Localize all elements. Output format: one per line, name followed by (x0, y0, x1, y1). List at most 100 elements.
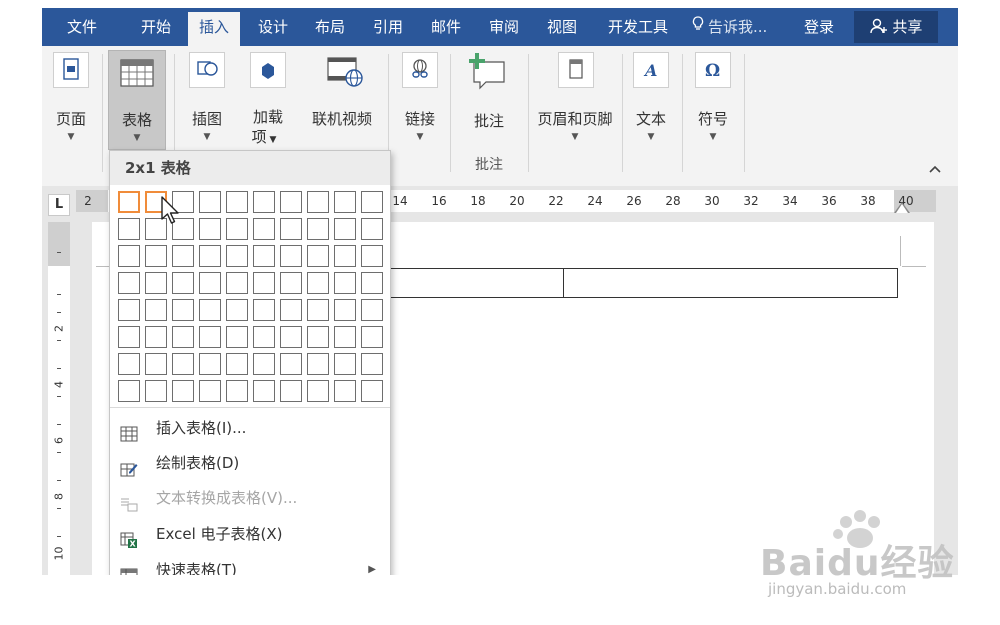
tab-references[interactable]: 引用 (360, 8, 416, 46)
table-grid-cell[interactable] (334, 299, 356, 321)
table-grid-cell[interactable] (145, 272, 167, 294)
table-grid-cell[interactable] (199, 380, 221, 402)
table-grid-cell[interactable] (226, 299, 248, 321)
table-grid-cell[interactable] (361, 218, 383, 240)
table-grid-cell[interactable] (334, 380, 356, 402)
table-grid-cell[interactable] (280, 353, 302, 375)
tab-developer[interactable]: 开发工具 (594, 8, 682, 46)
table-grid-cell[interactable] (361, 326, 383, 348)
tab-home[interactable]: 开始 (128, 8, 184, 46)
illustrations-button[interactable]: 插图 ▼ (178, 50, 236, 150)
table-grid-cell[interactable] (118, 380, 140, 402)
table-grid-cell[interactable] (307, 326, 329, 348)
tell-me-search[interactable]: 告诉我... (692, 8, 767, 46)
tab-layout[interactable]: 布局 (302, 8, 358, 46)
table-grid-cell[interactable] (118, 245, 140, 267)
tab-insert[interactable]: 插入 (188, 12, 240, 46)
table-grid-cell[interactable] (226, 191, 248, 213)
table-grid-cell[interactable] (199, 299, 221, 321)
table-grid-cell[interactable] (334, 353, 356, 375)
online-video-button[interactable]: 联机视频 (304, 50, 380, 150)
table-grid-cell[interactable] (334, 245, 356, 267)
table-grid-cell[interactable] (199, 245, 221, 267)
menu-insert-table[interactable]: 插入表格(I)... (110, 411, 390, 445)
table-grid-cell[interactable] (253, 272, 275, 294)
table-grid-cell[interactable] (226, 380, 248, 402)
table-grid-cell[interactable] (334, 272, 356, 294)
table-grid-cell[interactable] (172, 299, 194, 321)
tab-stop-selector[interactable]: L (48, 194, 70, 216)
table-grid-cell[interactable] (253, 245, 275, 267)
table-grid-cell[interactable] (118, 326, 140, 348)
table-grid-cell[interactable] (226, 218, 248, 240)
table-grid-cell[interactable] (307, 353, 329, 375)
tab-view[interactable]: 视图 (534, 8, 590, 46)
table-grid-cell[interactable] (199, 272, 221, 294)
vertical-ruler[interactable]: 2 4 6 8 10 (48, 222, 70, 575)
table-grid-cell[interactable] (118, 272, 140, 294)
table-grid-cell[interactable] (334, 191, 356, 213)
table-grid-cell[interactable] (226, 353, 248, 375)
symbols-button[interactable]: Ω 符号 ▼ (688, 50, 738, 150)
table-grid-cell[interactable] (280, 191, 302, 213)
table-grid-cell[interactable] (172, 353, 194, 375)
table-grid-cell[interactable] (361, 272, 383, 294)
table-grid-cell[interactable] (172, 380, 194, 402)
table-grid-cell[interactable] (253, 218, 275, 240)
table-grid-cell[interactable] (253, 299, 275, 321)
login-link[interactable]: 登录 (804, 8, 834, 46)
link-button[interactable]: 链接 ▼ (394, 50, 446, 150)
table-grid-cell[interactable] (172, 245, 194, 267)
table-grid-cell[interactable] (145, 326, 167, 348)
table-grid-cell[interactable] (307, 191, 329, 213)
table-grid-cell[interactable] (199, 191, 221, 213)
table-grid-cell[interactable] (226, 245, 248, 267)
table-grid-cell[interactable] (253, 380, 275, 402)
table-grid-cell[interactable] (199, 326, 221, 348)
table-grid-cell[interactable] (145, 299, 167, 321)
table-grid-cell[interactable] (118, 299, 140, 321)
menu-excel-spreadsheet[interactable]: X Excel 电子表格(X) (110, 517, 390, 551)
table-grid-cell[interactable] (145, 353, 167, 375)
table-grid-cell[interactable] (253, 353, 275, 375)
header-footer-button[interactable]: 页眉和页脚 ▼ (530, 50, 620, 150)
table-grid-cell[interactable] (361, 191, 383, 213)
menu-convert-text-to-table[interactable]: 文本转换成表格(V)... (110, 481, 390, 515)
table-grid-cell[interactable] (307, 218, 329, 240)
page-button[interactable]: 页面 ▼ (48, 50, 94, 150)
tab-file[interactable]: 文件 (54, 8, 110, 46)
table-grid-cell[interactable] (307, 380, 329, 402)
share-button[interactable]: 共享 (854, 11, 938, 43)
table-grid-cell[interactable] (226, 326, 248, 348)
table-grid-cell[interactable] (361, 353, 383, 375)
collapse-ribbon-icon[interactable] (928, 162, 942, 178)
table-grid-cell[interactable] (199, 218, 221, 240)
table-grid-cell[interactable] (118, 353, 140, 375)
menu-draw-table[interactable]: 绘制表格(D) (110, 446, 390, 480)
table-grid-cell[interactable] (361, 380, 383, 402)
tab-mailings[interactable]: 邮件 (418, 8, 474, 46)
table-grid-cell[interactable] (334, 218, 356, 240)
table-button[interactable]: 表格 ▼ (108, 50, 166, 150)
table-grid-cell[interactable] (280, 245, 302, 267)
table-grid-cell[interactable] (145, 380, 167, 402)
menu-quick-tables[interactable]: 快速表格(T) ▶ (110, 553, 390, 575)
table-grid-cell[interactable] (253, 326, 275, 348)
table-grid-cell[interactable] (145, 245, 167, 267)
table-grid-cell[interactable] (280, 326, 302, 348)
table-grid-cell[interactable] (307, 245, 329, 267)
table-grid-cell[interactable] (361, 299, 383, 321)
table-grid-cell[interactable] (172, 272, 194, 294)
comment-button[interactable]: 批注 (456, 50, 522, 150)
table-grid-cell[interactable] (280, 380, 302, 402)
table-grid-cell[interactable] (118, 191, 140, 213)
table-grid-cell[interactable] (361, 245, 383, 267)
tab-design[interactable]: 设计 (246, 8, 300, 46)
table-grid-cell[interactable] (118, 218, 140, 240)
table-grid-cell[interactable] (280, 218, 302, 240)
table-grid-cell[interactable] (334, 326, 356, 348)
addins-button[interactable]: 加载 项 ▼ (240, 50, 296, 150)
table-grid-cell[interactable] (172, 326, 194, 348)
text-button[interactable]: A 文本 ▼ (626, 50, 676, 150)
table-grid-cell[interactable] (307, 272, 329, 294)
